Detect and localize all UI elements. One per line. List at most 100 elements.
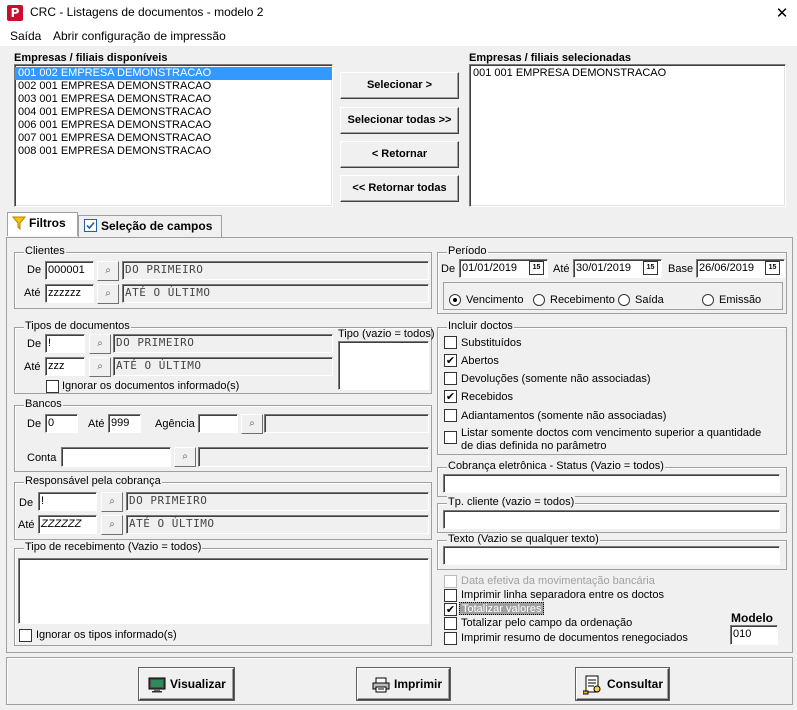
- radio-vencimento[interactable]: [449, 294, 461, 306]
- listar-somente-checkbox[interactable]: [444, 431, 457, 444]
- binoculars-icon[interactable]: ⌕: [174, 447, 196, 467]
- calendar-icon[interactable]: 15: [643, 261, 658, 275]
- binoculars-icon[interactable]: ⌕: [101, 515, 123, 535]
- clientes-de-input[interactable]: 000001: [45, 261, 94, 280]
- linha-separadora-checkbox[interactable]: [444, 589, 457, 602]
- tipos-de-label: De: [27, 338, 42, 350]
- list-item[interactable]: 008 001 EMPRESA DEMONSTRACAO: [15, 145, 332, 158]
- tipos-ate-label: Até: [24, 361, 41, 373]
- radio-emissao[interactable]: [702, 294, 714, 306]
- resp-de-input[interactable]: !: [38, 492, 97, 511]
- periodo-title: Período: [447, 245, 488, 257]
- cobranca-input[interactable]: [443, 474, 780, 493]
- agencia-desc: [264, 414, 429, 433]
- close-icon[interactable]: ✕: [768, 1, 796, 25]
- binoculars-icon[interactable]: ⌕: [97, 284, 119, 304]
- tp-cliente-input[interactable]: [443, 510, 780, 529]
- periodo-base-label: Base: [668, 263, 694, 275]
- list-item[interactable]: 004 001 EMPRESA DEMONSTRACAO: [15, 106, 332, 119]
- abertos-checkbox[interactable]: ✔: [444, 354, 457, 367]
- tp-cliente-title: Tp. cliente (vazio = todos): [447, 496, 576, 508]
- modelo-label: Modelo: [731, 611, 773, 625]
- visualizar-button[interactable]: Visualizar: [139, 668, 234, 700]
- available-companies-list[interactable]: 001 002 EMPRESA DEMONSTRACAO 002 001 EMP…: [14, 64, 333, 207]
- window-title: CRC - Listagens de documentos - modelo 2: [30, 5, 264, 19]
- checkbox-icon: [84, 219, 97, 233]
- radio-emissao-label: Emissão: [719, 294, 762, 306]
- adiantamentos-checkbox[interactable]: [444, 409, 457, 422]
- list-item[interactable]: 006 001 EMPRESA DEMONSTRACAO: [15, 119, 332, 132]
- list-item[interactable]: 001 002 EMPRESA DEMONSTRACAO: [15, 67, 332, 80]
- binoculars-icon[interactable]: ⌕: [89, 334, 111, 354]
- modelo-input[interactable]: 010: [730, 625, 778, 645]
- cobranca-title: Cobrança eletrônica - Status (Vazio = to…: [447, 460, 665, 472]
- devolucoes-checkbox[interactable]: [444, 372, 457, 385]
- list-item[interactable]: 003 001 EMPRESA DEMONSTRACAO: [15, 93, 332, 106]
- conta-input[interactable]: [61, 447, 171, 467]
- binoculars-icon[interactable]: ⌕: [101, 492, 123, 512]
- bancos-title: Bancos: [24, 398, 63, 410]
- printer-icon: [372, 677, 390, 693]
- tab-selecao-campos[interactable]: Seleção de campos: [78, 215, 222, 237]
- devolucoes-label: Devoluções (somente não associadas): [461, 373, 651, 385]
- recebidos-checkbox[interactable]: ✔: [444, 390, 457, 403]
- tipo-doc-input[interactable]: [338, 341, 429, 390]
- select-button[interactable]: Selecionar >: [340, 72, 459, 99]
- binoculars-icon[interactable]: ⌕: [97, 261, 119, 281]
- radio-recebimento[interactable]: [533, 294, 545, 306]
- title-bar: P CRC - Listagens de documentos - modelo…: [0, 0, 797, 26]
- totalizar-valores-label: Totalizar valores: [459, 602, 545, 615]
- consultar-button[interactable]: Consultar: [576, 668, 669, 700]
- select-all-button[interactable]: Selecionar todas >>: [340, 107, 459, 134]
- main-window: P CRC - Listagens de documentos - modelo…: [0, 0, 797, 710]
- clientes-ate-input[interactable]: zzzzzz: [45, 284, 94, 303]
- tipos-doc-title: Tipos de documentos: [24, 320, 131, 332]
- clientes-de-label: De: [27, 264, 42, 276]
- bancos-ate-input[interactable]: 999: [108, 414, 141, 433]
- calendar-icon[interactable]: 15: [765, 261, 780, 275]
- list-item[interactable]: 001 001 EMPRESA DEMONSTRACAO: [470, 67, 785, 80]
- resumo-renegociados-checkbox[interactable]: [444, 632, 457, 645]
- substituidos-label: Substituídos: [461, 337, 522, 349]
- conta-label: Conta: [27, 452, 57, 464]
- visualizar-label: Visualizar: [170, 677, 226, 691]
- totalizar-valores-checkbox[interactable]: ✔: [444, 603, 457, 616]
- clientes-ate-desc: ATÉ O ÚLTIMO: [122, 284, 429, 303]
- tipo-receb-input[interactable]: [18, 558, 429, 624]
- menu-saida[interactable]: Saída: [10, 29, 41, 43]
- adiantamentos-label: Adiantamentos (somente não associadas): [461, 410, 667, 422]
- list-item[interactable]: 002 001 EMPRESA DEMONSTRACAO: [15, 80, 332, 93]
- tipos-de-input[interactable]: !: [45, 334, 85, 353]
- radio-saida[interactable]: [618, 294, 630, 306]
- binoculars-icon[interactable]: ⌕: [89, 357, 111, 377]
- back-all-button[interactable]: << Retornar todas: [340, 175, 459, 202]
- bancos-de-input[interactable]: 0: [45, 414, 78, 433]
- totalizar-ordenacao-label: Totalizar pelo campo da ordenação: [461, 617, 633, 629]
- list-item[interactable]: 007 001 EMPRESA DEMONSTRACAO: [15, 132, 332, 145]
- binoculars-icon[interactable]: ⌕: [241, 414, 263, 434]
- back-button[interactable]: < Retornar: [340, 141, 459, 168]
- ignore-docs-label: Ignorar os documentos informado(s): [62, 380, 240, 392]
- imprimir-button[interactable]: Imprimir: [357, 668, 450, 700]
- tipo-vazio-label: Tipo (vazio = todos): [338, 328, 435, 340]
- texto-input[interactable]: [443, 546, 780, 565]
- ignore-docs-checkbox[interactable]: [46, 380, 59, 393]
- incluir-title: Incluir doctos: [447, 320, 514, 332]
- bancos-de-label: De: [27, 418, 42, 430]
- calendar-icon[interactable]: 15: [529, 261, 544, 275]
- clientes-ate-label: Até: [24, 287, 41, 299]
- menu-abrir-configuracao[interactable]: Abrir configuração de impressão: [53, 29, 226, 43]
- data-efetiva-checkbox[interactable]: [444, 575, 457, 588]
- totalizar-ordenacao-checkbox[interactable]: [444, 617, 457, 630]
- menu-bar: Saída Abrir configuração de impressão: [0, 26, 797, 46]
- resp-ate-input[interactable]: ZZZZZZ: [38, 515, 97, 534]
- tipos-ate-input[interactable]: zzz: [45, 357, 85, 376]
- agencia-input[interactable]: [198, 414, 238, 433]
- tab-filtros[interactable]: Filtros: [7, 212, 78, 236]
- ignore-tipos-label: Ignorar os tipos informado(s): [36, 629, 177, 641]
- substituidos-checkbox[interactable]: [444, 336, 457, 349]
- selected-companies-list[interactable]: 001 001 EMPRESA DEMONSTRACAO: [469, 64, 786, 207]
- data-efetiva-label: Data efetiva da movimentação bancária: [461, 575, 655, 587]
- ignore-tipos-checkbox[interactable]: [19, 629, 32, 642]
- tipo-receb-title: Tipo de recebimento (Vazio = todos): [24, 541, 203, 553]
